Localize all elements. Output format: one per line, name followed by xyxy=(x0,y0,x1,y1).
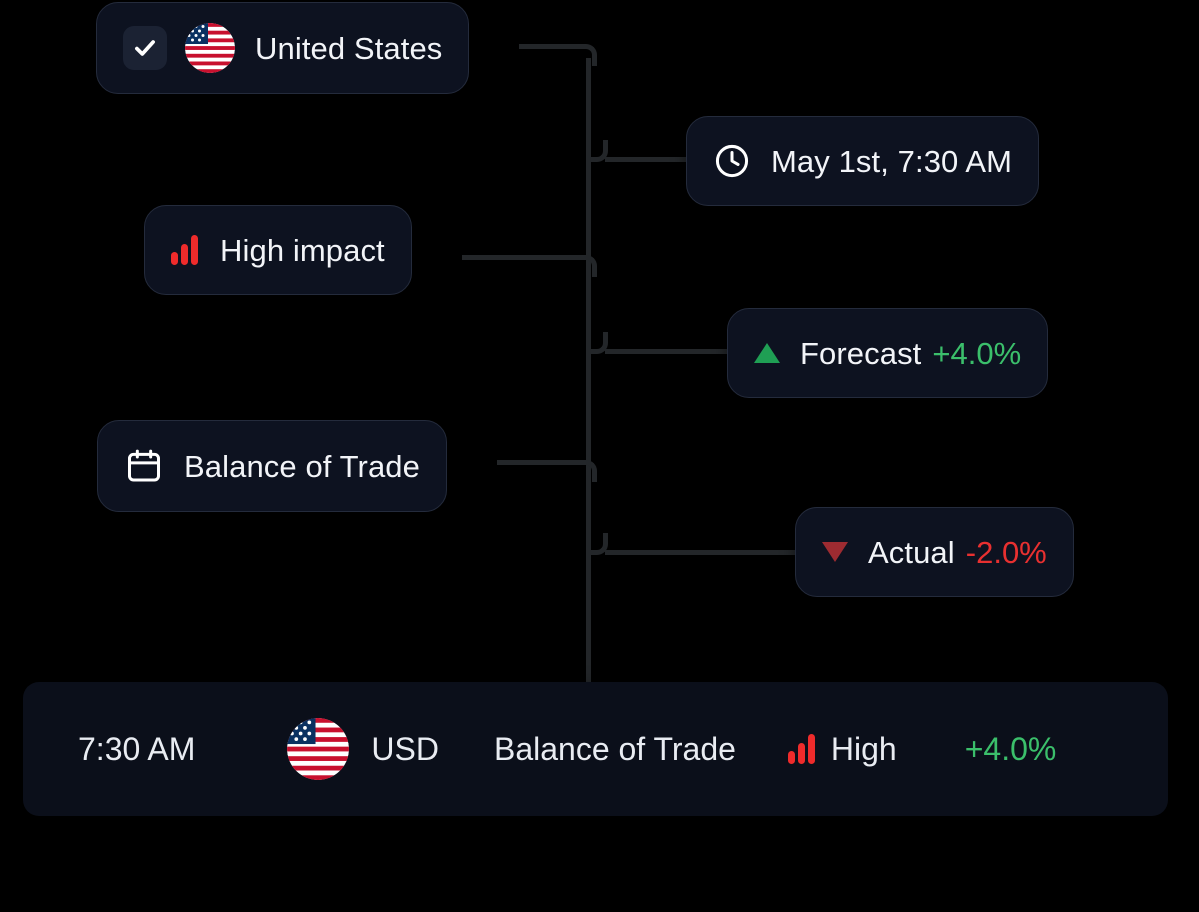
summary-time: 7:30 AM xyxy=(78,730,196,767)
us-flag-icon xyxy=(185,23,235,73)
connector-impact-elbow xyxy=(575,255,597,277)
check-icon xyxy=(135,40,155,56)
summary-currency: USD xyxy=(371,730,439,767)
country-checkbox[interactable] xyxy=(123,26,167,70)
datetime-label: May 1st, 7:30 AM xyxy=(771,143,1013,179)
mindmap-canvas: United States May 1st, 7:30 AM High impa… xyxy=(0,0,1199,912)
node-forecast[interactable]: Forecast +4.0% xyxy=(727,308,1049,398)
summary-impact: High xyxy=(787,730,897,768)
country-label: United States xyxy=(255,30,443,66)
summary-event: Balance of Trade xyxy=(493,730,736,767)
node-actual[interactable]: Actual -2.0% xyxy=(795,507,1074,597)
summary-percent: +4.0% xyxy=(964,730,1057,767)
impact-bars-icon xyxy=(787,734,815,764)
actual-value: -2.0% xyxy=(965,534,1047,570)
connector-datetime xyxy=(605,157,689,162)
calendar-icon xyxy=(124,446,164,486)
forecast-label: Forecast xyxy=(800,335,922,371)
impact-bars-icon xyxy=(171,235,198,265)
connector-impact xyxy=(462,255,576,260)
node-datetime[interactable]: May 1st, 7:30 AM xyxy=(686,116,1040,206)
connector-country-elbow xyxy=(575,44,597,66)
node-impact[interactable]: High impact xyxy=(144,205,412,295)
event-label: Balance of Trade xyxy=(184,448,420,484)
connector-event-elbow xyxy=(575,460,597,482)
node-country[interactable]: United States xyxy=(96,2,470,94)
connector-actual xyxy=(605,550,797,555)
connector-event xyxy=(497,460,576,465)
clock-icon xyxy=(713,142,751,180)
event-summary-bar[interactable]: 7:30 AM USD Balance of Trade High +4.0% xyxy=(23,682,1168,816)
forecast-value: +4.0% xyxy=(932,335,1022,371)
connector-forecast xyxy=(605,349,729,354)
actual-label: Actual xyxy=(868,534,955,570)
summary-impact-label: High xyxy=(830,730,897,767)
triangle-up-icon xyxy=(754,343,780,363)
us-flag-icon xyxy=(287,718,350,780)
impact-label: High impact xyxy=(220,232,385,268)
triangle-down-icon xyxy=(822,542,848,562)
node-event[interactable]: Balance of Trade xyxy=(97,420,447,512)
connector-country xyxy=(519,44,576,49)
